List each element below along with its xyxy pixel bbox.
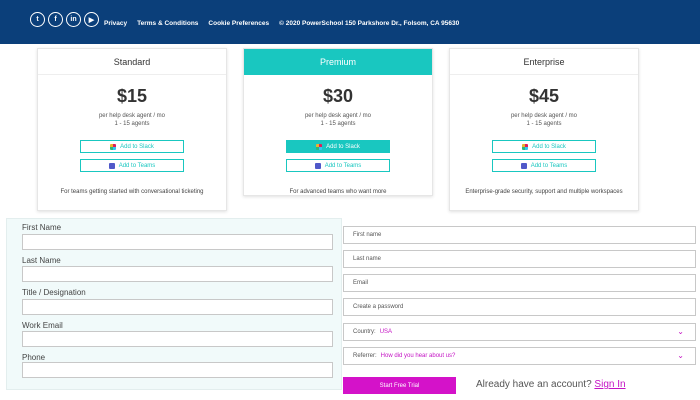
site-footer-bar: t f in ▶ Privacy Terms & Conditions Cook… xyxy=(0,0,700,44)
button-label: Add to Teams xyxy=(324,162,362,169)
email-input[interactable]: Email xyxy=(343,274,696,292)
chevron-down-icon: ⌄ xyxy=(677,351,684,360)
country-label: Country: xyxy=(353,329,376,335)
password-input[interactable]: Create a password xyxy=(343,298,696,316)
button-label: Add to Slack xyxy=(532,143,566,150)
add-to-teams-button[interactable]: Add to Teams xyxy=(492,159,596,172)
phone-field[interactable] xyxy=(22,362,333,378)
youtube-icon[interactable]: ▶ xyxy=(84,12,99,27)
placeholder: First name xyxy=(353,232,382,238)
placeholder: Last name xyxy=(353,256,382,262)
teams-icon xyxy=(314,162,321,169)
plan-agents: 1 - 15 agents xyxy=(526,121,562,127)
plan-price: $15 xyxy=(116,86,148,106)
plan-per-agent: per help desk agent / mo xyxy=(304,113,372,119)
referrer-select[interactable]: Referrer: How did you hear about us? ⌄ xyxy=(343,347,696,365)
work-email-label: Work Email xyxy=(22,321,63,330)
plan-per-agent: per help desk agent / mo xyxy=(510,113,578,119)
plan-name: Premium xyxy=(244,49,432,75)
plan-card-premium: Premium $30 per help desk agent / mo 1 -… xyxy=(243,48,433,196)
first-name-label: First Name xyxy=(22,223,62,232)
privacy-link[interactable]: Privacy xyxy=(104,20,127,27)
plan-card-standard: Standard $15 per help desk agent / mo 1 … xyxy=(37,48,227,211)
work-email-field[interactable] xyxy=(22,331,333,347)
plan-description: For advanced teams who want more xyxy=(289,189,387,195)
title-label: Title / Designation xyxy=(22,288,86,297)
copyright-text: © 2020 PowerSchool 150 Parkshore Dr., Fo… xyxy=(279,20,460,27)
first-name-input[interactable]: First name xyxy=(343,226,696,244)
button-label: Add to Teams xyxy=(530,162,568,169)
country-value: USA xyxy=(379,329,393,335)
add-to-slack-button[interactable]: Add to Slack xyxy=(492,140,596,153)
cookie-preferences-link[interactable]: Cookie Preferences xyxy=(208,20,269,27)
referrer-label: Referrer: xyxy=(353,353,377,359)
plan-description: Enterprise-grade security, support and m… xyxy=(465,189,623,195)
plan-price: $45 xyxy=(528,86,560,106)
plan-price: $30 xyxy=(322,86,354,106)
slack-icon xyxy=(316,143,323,150)
start-free-trial-button[interactable]: Start Free Trial xyxy=(343,377,456,394)
already-have-account: Already have an account? Sign In xyxy=(476,379,626,390)
teams-icon xyxy=(520,162,527,169)
add-to-teams-button[interactable]: Add to Teams xyxy=(80,159,184,172)
plan-name: Standard xyxy=(38,49,226,75)
plan-agents: 1 - 15 agents xyxy=(114,121,150,127)
add-to-slack-button[interactable]: Add to Slack xyxy=(80,140,184,153)
facebook-icon[interactable]: f xyxy=(48,12,63,27)
last-name-input[interactable]: Last name xyxy=(343,250,696,268)
already-text: Already have an account? xyxy=(476,379,592,390)
footer-links: Privacy Terms & Conditions Cookie Prefer… xyxy=(104,20,459,27)
first-name-field[interactable] xyxy=(22,234,333,250)
button-label: Add to Slack xyxy=(120,143,154,150)
last-name-label: Last Name xyxy=(22,256,61,265)
add-to-teams-button[interactable]: Add to Teams xyxy=(286,159,390,172)
teams-icon xyxy=(108,162,115,169)
slack-icon xyxy=(110,143,117,150)
last-name-field[interactable] xyxy=(22,266,333,282)
plan-description: For teams getting started with conversat… xyxy=(60,189,204,195)
terms-link[interactable]: Terms & Conditions xyxy=(137,20,198,27)
phone-label: Phone xyxy=(22,353,46,362)
placeholder: Email xyxy=(353,280,369,286)
slack-icon xyxy=(522,143,529,150)
button-label: Add to Slack xyxy=(326,143,360,150)
plan-name: Enterprise xyxy=(450,49,638,75)
chevron-down-icon: ⌄ xyxy=(677,327,684,336)
plan-card-enterprise: Enterprise $45 per help desk agent / mo … xyxy=(449,48,639,211)
plan-agents: 1 - 15 agents xyxy=(320,121,356,127)
twitter-icon[interactable]: t xyxy=(30,12,45,27)
referrer-value: How did you hear about us? xyxy=(380,353,456,359)
add-to-slack-button[interactable]: Add to Slack xyxy=(286,140,390,153)
placeholder: Create a password xyxy=(353,304,404,310)
sign-in-link[interactable]: Sign In xyxy=(594,379,625,390)
plan-per-agent: per help desk agent / mo xyxy=(98,113,166,119)
linkedin-icon[interactable]: in xyxy=(66,12,81,27)
country-select[interactable]: Country: USA ⌄ xyxy=(343,323,696,341)
button-label: Add to Teams xyxy=(118,162,156,169)
title-field[interactable] xyxy=(22,299,333,315)
